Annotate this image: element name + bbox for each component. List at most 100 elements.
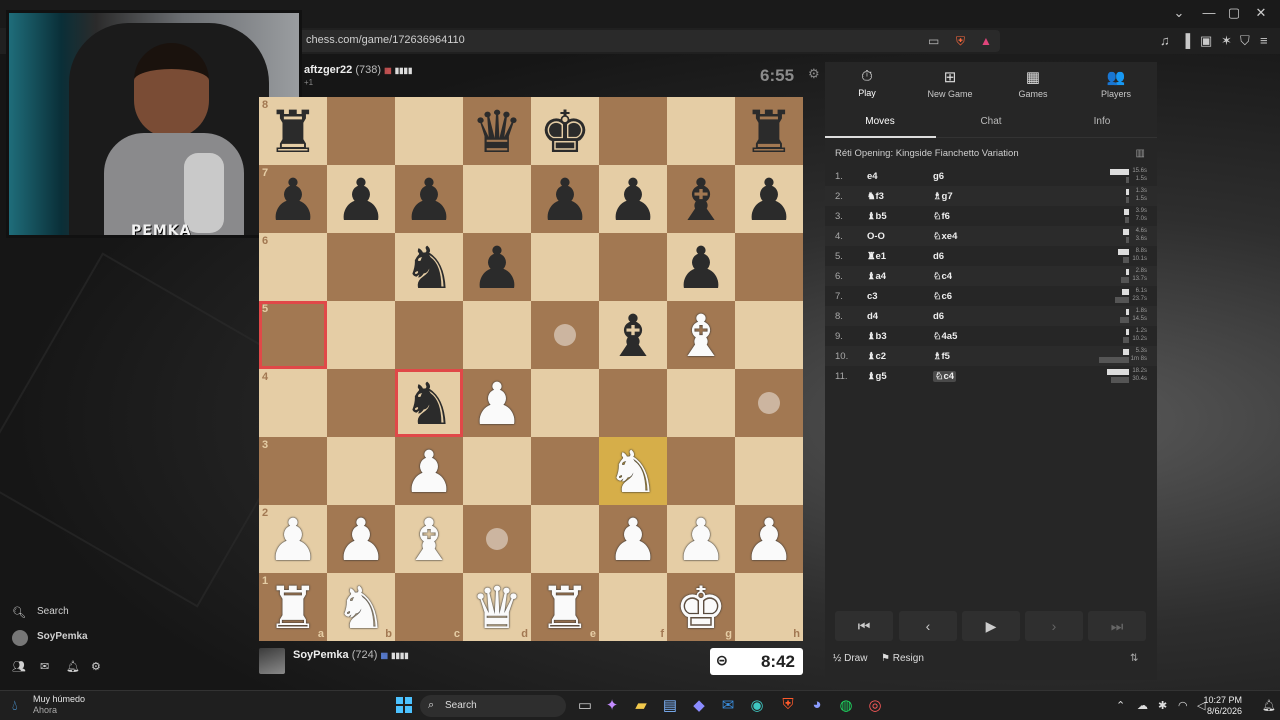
close-button[interactable]: ✕ bbox=[1248, 5, 1274, 21]
square-h7[interactable]: ♟ bbox=[735, 165, 803, 233]
white-pawn-icon[interactable]: ♟ bbox=[259, 507, 327, 573]
square-g8[interactable] bbox=[667, 97, 735, 165]
square-h2[interactable]: ♟ bbox=[735, 505, 803, 573]
black-move[interactable]: ♗f5 bbox=[933, 351, 950, 362]
white-move[interactable]: ♝b3 bbox=[867, 331, 887, 342]
board-settings-gear-icon[interactable]: ⚙ bbox=[808, 66, 820, 82]
sidebar-toggle-icon[interactable]: ▐ bbox=[1181, 33, 1190, 48]
white-pawn-icon[interactable]: ♟ bbox=[599, 507, 667, 573]
square-d1[interactable]: d ♛ bbox=[463, 573, 531, 641]
square-b5[interactable] bbox=[327, 301, 395, 369]
square-g4[interactable] bbox=[667, 369, 735, 437]
file-explorer-icon[interactable]: ▰ bbox=[630, 696, 652, 714]
square-d8[interactable]: ♛ bbox=[463, 97, 531, 165]
square-a3[interactable]: 3 bbox=[259, 437, 327, 505]
brave-shield-icon[interactable]: ⛨ bbox=[956, 34, 965, 49]
music-icon[interactable]: ♫ bbox=[1160, 33, 1170, 48]
black-move[interactable]: ♘f6 bbox=[933, 211, 950, 222]
black-pawn-icon[interactable]: ♟ bbox=[599, 167, 667, 233]
sidebar-avatar[interactable] bbox=[12, 630, 28, 646]
square-a2[interactable]: 2 ♟ bbox=[259, 505, 327, 573]
square-b2[interactable]: ♟ bbox=[327, 505, 395, 573]
black-pawn-icon[interactable]: ♟ bbox=[735, 167, 803, 233]
black-queen-icon[interactable]: ♛ bbox=[463, 99, 531, 165]
store-icon[interactable]: ▤ bbox=[659, 696, 681, 714]
black-pawn-icon[interactable]: ♟ bbox=[531, 167, 599, 233]
square-h1[interactable]: h bbox=[735, 573, 803, 641]
first-move-button[interactable]: ⏮ bbox=[835, 611, 893, 641]
black-move[interactable]: ♘c6 bbox=[933, 291, 952, 302]
black-bishop-icon[interactable]: ♝ bbox=[599, 303, 667, 369]
black-knight-icon[interactable]: ♞ bbox=[395, 371, 463, 437]
square-e5[interactable] bbox=[531, 301, 599, 369]
white-move[interactable]: ♝g5 bbox=[867, 371, 887, 382]
square-c7[interactable]: ♟ bbox=[395, 165, 463, 233]
square-a7[interactable]: 7 ♟ bbox=[259, 165, 327, 233]
nav-games[interactable]: ▦ Games bbox=[998, 68, 1068, 99]
teams-icon[interactable]: ◆ bbox=[688, 696, 710, 714]
black-move[interactable]: ♘xe4 bbox=[933, 231, 957, 242]
square-c5[interactable] bbox=[395, 301, 463, 369]
square-g5[interactable]: ♝ bbox=[667, 301, 735, 369]
square-c3[interactable]: ♟ bbox=[395, 437, 463, 505]
square-f2[interactable]: ♟ bbox=[599, 505, 667, 573]
sidebar-search-label[interactable]: Search bbox=[37, 606, 69, 617]
square-e3[interactable] bbox=[531, 437, 599, 505]
legal-move-dot[interactable] bbox=[554, 324, 576, 346]
url-text[interactable]: chess.com/game/172636964110 bbox=[306, 34, 465, 46]
square-d2[interactable] bbox=[463, 505, 531, 573]
copilot-icon[interactable]: ✦ bbox=[601, 696, 623, 714]
black-pawn-icon[interactable]: ♟ bbox=[667, 235, 735, 301]
square-d4[interactable]: ♟ bbox=[463, 369, 531, 437]
nav-new-game[interactable]: ⊞ New Game bbox=[915, 68, 985, 99]
white-queen-icon[interactable]: ♛ bbox=[463, 575, 531, 641]
black-move[interactable]: ♘c4 bbox=[933, 371, 957, 382]
last-move-button[interactable]: ⏭ bbox=[1088, 611, 1146, 641]
square-h3[interactable] bbox=[735, 437, 803, 505]
outlook-icon[interactable]: ✉ bbox=[717, 696, 739, 714]
onedrive-icon[interactable]: ☁ bbox=[1137, 699, 1148, 712]
bluetooth-icon[interactable]: ✱ bbox=[1158, 699, 1167, 712]
flip-board-icon[interactable]: ⇅ bbox=[1130, 653, 1138, 664]
square-g3[interactable] bbox=[667, 437, 735, 505]
square-b8[interactable] bbox=[327, 97, 395, 165]
square-a6[interactable]: 6 bbox=[259, 233, 327, 301]
square-g1[interactable]: g ♚ bbox=[667, 573, 735, 641]
black-move[interactable]: ♘4a5 bbox=[933, 331, 957, 342]
square-b4[interactable] bbox=[327, 369, 395, 437]
taskbar-search[interactable]: ⌕ Search bbox=[420, 695, 566, 717]
square-d3[interactable] bbox=[463, 437, 531, 505]
white-pawn-icon[interactable]: ♟ bbox=[327, 507, 395, 573]
black-king-icon[interactable]: ♚ bbox=[531, 99, 599, 165]
white-pawn-icon[interactable]: ♟ bbox=[463, 371, 531, 437]
top-player-name[interactable]: aftzger22 bbox=[304, 64, 352, 76]
black-move[interactable]: g6 bbox=[933, 171, 944, 182]
weather-icon[interactable]: 💧︎ bbox=[12, 697, 18, 714]
square-f3[interactable]: ♞ bbox=[599, 437, 667, 505]
square-g2[interactable]: ♟ bbox=[667, 505, 735, 573]
friends-icon[interactable]: 👥︎ bbox=[12, 660, 26, 673]
black-pawn-icon[interactable]: ♟ bbox=[395, 167, 463, 233]
square-b6[interactable] bbox=[327, 233, 395, 301]
maximize-button[interactable]: ▢ bbox=[1221, 5, 1247, 21]
prev-move-button[interactable]: ‹ bbox=[899, 611, 957, 641]
square-a5[interactable]: 5 bbox=[259, 301, 327, 369]
black-pawn-icon[interactable]: ♟ bbox=[259, 167, 327, 233]
task-view-icon[interactable]: ▭ bbox=[574, 696, 596, 714]
start-button[interactable] bbox=[396, 697, 412, 713]
tray-chevron-icon[interactable]: ⌃ bbox=[1116, 699, 1125, 712]
white-pawn-icon[interactable]: ♟ bbox=[667, 507, 735, 573]
white-pawn-icon[interactable]: ♟ bbox=[395, 439, 463, 505]
square-a1[interactable]: 1 a ♜ bbox=[259, 573, 327, 641]
square-c4[interactable]: ♞ bbox=[395, 369, 463, 437]
white-king-icon[interactable]: ♚ bbox=[667, 575, 735, 641]
black-move[interactable]: ♗g7 bbox=[933, 191, 953, 202]
square-f1[interactable]: f bbox=[599, 573, 667, 641]
square-e8[interactable]: ♚ bbox=[531, 97, 599, 165]
menu-icon[interactable]: ≡ bbox=[1260, 33, 1268, 48]
square-d6[interactable]: ♟ bbox=[463, 233, 531, 301]
black-pawn-icon[interactable]: ♟ bbox=[463, 235, 531, 301]
extensions-icon[interactable]: ✶ bbox=[1221, 33, 1232, 49]
wifi-icon[interactable]: ◠ bbox=[1178, 699, 1188, 712]
white-move[interactable]: ♝b5 bbox=[867, 211, 887, 222]
